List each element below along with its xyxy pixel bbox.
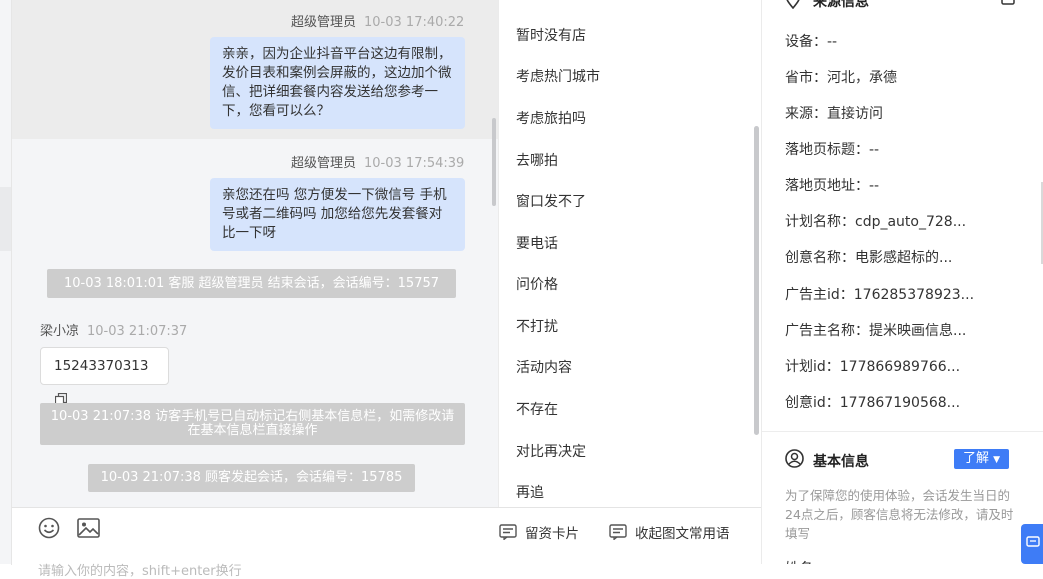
message-meta: 超级管理员 10-03 17:40:22 [291, 11, 464, 30]
phrases-icon [609, 524, 627, 540]
chat-history[interactable]: 超级管理员 10-03 17:40:22 亲亲，因为企业抖音平台这边有限制，发价目… [11, 0, 498, 507]
composer-toolbar: 留资卡片 收起图文常用语 请输入你的内容，shift+enter换行 [11, 507, 762, 579]
left-edge-strip [0, 0, 11, 564]
quick-reply-item[interactable]: 窗口发不了 [516, 191, 586, 211]
customer-name: 梁小凉 [40, 324, 80, 339]
left-edge-block [0, 187, 11, 251]
basic-info-title: 基本信息 [813, 454, 869, 470]
section-divider [762, 431, 1043, 432]
message-input[interactable]: 请输入你的内容，shift+enter换行 [38, 560, 242, 579]
edit-icon[interactable] [1001, 0, 1017, 10]
quick-reply-item[interactable]: 活动内容 [516, 357, 572, 377]
customer-meta: 梁小凉 10-03 21:07:37 [40, 320, 187, 339]
customer-phone-card[interactable]: 15243370313 [40, 347, 169, 407]
location-pin-icon [785, 0, 801, 13]
agent-message-bubble[interactable]: 亲您还在吗 您方便发一下微信号 手机号或者二维码吗 加您给您先发套餐对比一下呀 [210, 178, 465, 251]
system-session-start-notice: 10-03 21:07:38 顾客发起会话，会话编号：15785 [88, 464, 415, 492]
message-time: 10-03 17:40:22 [364, 15, 465, 30]
learn-more-button[interactable]: 了解 ▼ [954, 449, 1009, 469]
lead-card-label: 留资卡片 [525, 526, 579, 542]
quick-reply-item[interactable]: 去哪拍 [516, 150, 558, 170]
system-session-end-notice: 10-03 18:01:01 客服 超级管理员 结束会话，会话编号：15757 [47, 269, 456, 298]
sender-name: 超级管理员 [291, 156, 357, 171]
source-row-advertiser-name: 广告主名称：提米映画信息... [785, 323, 967, 339]
message-time: 10-03 17:54:39 [364, 156, 465, 171]
quick-reply-item[interactable]: 再追 [516, 482, 544, 502]
message-time: 10-03 21:07:37 [87, 324, 188, 339]
learn-more-label: 了解 [962, 451, 989, 466]
quick-reply-item[interactable]: 考虑旅拍吗 [516, 108, 586, 128]
floating-chat-button[interactable] [1021, 524, 1043, 564]
card-icon [499, 524, 517, 540]
agent-message-bubble[interactable]: 亲亲，因为企业抖音平台这边有限制，发价目表和案例会屏蔽的，这边加个微信、把详细套… [210, 37, 465, 129]
chat-icon [1026, 534, 1040, 553]
image-icon[interactable] [77, 518, 100, 542]
chat-scrollbar[interactable] [492, 118, 496, 206]
source-info-title: 来源信息 [813, 0, 869, 10]
user-circle-icon [785, 449, 804, 472]
caret-down-icon: ▼ [993, 455, 1001, 465]
collapse-phrases-button[interactable]: 收起图文常用语 [609, 522, 730, 542]
quick-reply-item[interactable]: 不打扰 [516, 316, 558, 336]
source-row-plan-id: 计划id：177866989766... [785, 359, 961, 375]
source-row-creative-name: 创意名称：电影感超标的... [785, 250, 953, 266]
quick-reply-item[interactable]: 问价格 [516, 274, 558, 294]
source-row-plan-name: 计划名称：cdp_auto_728... [785, 214, 967, 230]
quick-reply-item[interactable]: 对比再决定 [516, 441, 586, 461]
source-row-origin: 来源：直接访问 [785, 106, 883, 122]
name-field-label: 姓名 [785, 558, 813, 564]
message-meta: 超级管理员 10-03 17:54:39 [291, 152, 464, 171]
source-row-device: 设备：-- [785, 34, 838, 50]
source-row-landing-url: 落地页地址：-- [785, 178, 880, 194]
customer-info-panel: 来源信息 设备：-- 省市：河北，承德 来源：直接访问 落地页标题：-- 落地页… [761, 0, 1043, 564]
quick-reply-item[interactable]: 考虑热门城市 [516, 66, 600, 86]
lead-card-button[interactable]: 留资卡片 [499, 522, 579, 542]
quick-replies-panel: 暂时没有店 考虑热门城市 考虑旅拍吗 去哪拍 窗口发不了 要电话 问价格 不打扰… [498, 0, 761, 507]
sender-name: 超级管理员 [291, 15, 357, 30]
basic-info-note: 为了保障您的使用体验，会话发生当日的24点之后，顾客信息将无法修改，请及时填写 [785, 488, 1014, 541]
source-row-creative-id: 创意id：177867190568... [785, 395, 961, 411]
system-phone-notice: 10-03 21:07:38 访客手机号已自动标记右侧基本信息栏，如需修改请在基… [40, 403, 465, 445]
source-row-region: 省市：河北，承德 [785, 70, 897, 86]
source-row-landing-title: 落地页标题：-- [785, 142, 880, 158]
quick-reply-item[interactable]: 不存在 [516, 399, 558, 419]
smiley-icon[interactable] [38, 517, 60, 543]
customer-phone: 15243370313 [54, 358, 149, 374]
quick-replies-scrollbar[interactable] [754, 126, 759, 435]
quick-reply-item[interactable]: 暂时没有店 [516, 25, 586, 45]
collapse-phrases-label: 收起图文常用语 [635, 526, 730, 542]
quick-reply-item[interactable]: 要电话 [516, 233, 558, 253]
source-row-advertiser-id: 广告主id：176285378923... [785, 287, 975, 303]
